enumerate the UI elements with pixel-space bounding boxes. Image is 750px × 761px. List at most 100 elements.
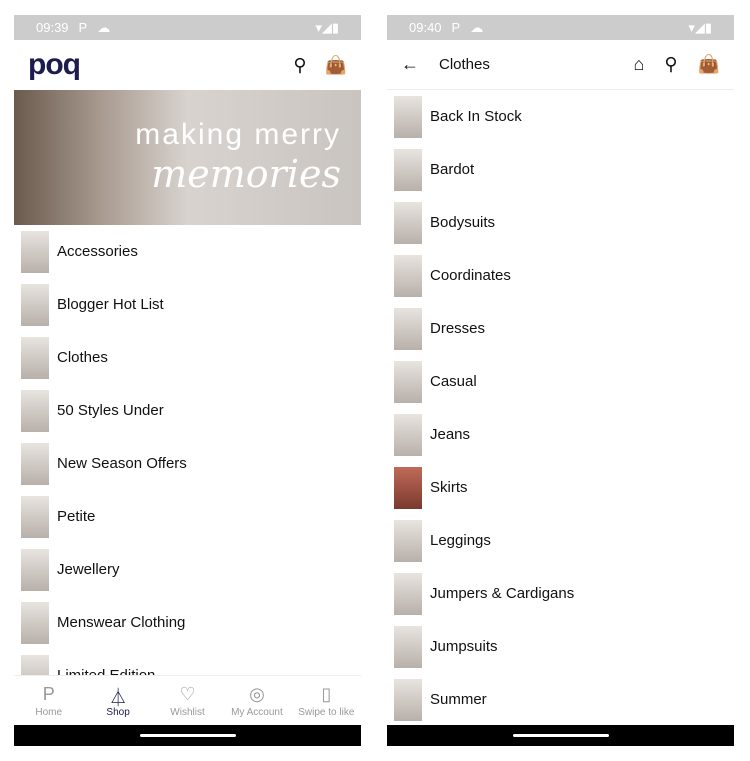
list-item[interactable]: Skirts bbox=[387, 461, 734, 514]
heart-icon: ♡ bbox=[179, 683, 196, 704]
wifi-signal-battery-icon: ▾◢▮ bbox=[688, 19, 712, 35]
thumbnail bbox=[394, 625, 422, 668]
thumbnail bbox=[21, 230, 49, 273]
thumbnail bbox=[21, 495, 49, 538]
home-gesture-handle[interactable] bbox=[512, 734, 609, 737]
nav-label: Shop bbox=[106, 706, 130, 718]
back-arrow-icon[interactable]: ← bbox=[401, 54, 419, 75]
p-notification-icon: P bbox=[451, 20, 461, 35]
item-label: Casual bbox=[430, 373, 477, 390]
nav-label: Swipe to like bbox=[298, 706, 355, 718]
search-icon[interactable]: ⚲ bbox=[293, 55, 306, 76]
list-item[interactable]: Accessories bbox=[14, 225, 361, 278]
nav-label: Home bbox=[35, 706, 63, 718]
system-nav-bar bbox=[387, 725, 734, 746]
list-item[interactable]: Jewellery bbox=[14, 543, 361, 596]
thumbnail bbox=[394, 572, 422, 615]
home-gesture-handle[interactable] bbox=[139, 734, 236, 737]
thumbnail bbox=[21, 601, 49, 644]
item-label: Bodysuits bbox=[430, 214, 496, 231]
list-item[interactable]: Summer bbox=[387, 673, 734, 726]
promo-banner[interactable]: making merry memories bbox=[14, 90, 361, 225]
store-icon[interactable]: ⌂ bbox=[634, 54, 645, 75]
item-label: Jewellery bbox=[57, 561, 120, 578]
bag-icon[interactable]: 👜 bbox=[698, 54, 720, 75]
list-item[interactable]: Clothes bbox=[14, 331, 361, 384]
list-item[interactable]: Jumpers & Cardigans bbox=[387, 567, 734, 620]
list-item[interactable]: Blogger Hot List bbox=[14, 278, 361, 331]
bottom-nav: P Home ⏃ Shop ♡ Wishlist ◎ My Account ▯ Swipe… bbox=[14, 675, 361, 725]
list-item[interactable]: Bardot bbox=[387, 143, 734, 196]
item-label: Jumpsuits bbox=[430, 638, 498, 655]
thumbnail bbox=[394, 466, 422, 509]
hanger-icon: ⏃ bbox=[109, 687, 128, 708]
thumbnail bbox=[21, 283, 49, 326]
item-label: Summer bbox=[430, 691, 487, 708]
system-nav-bar bbox=[14, 725, 361, 746]
status-bar: 09:39 P ☁ ▾◢▮ bbox=[14, 15, 361, 40]
user-circle-icon: ◎ bbox=[249, 683, 265, 704]
item-label: Menswear Clothing bbox=[57, 614, 186, 631]
item-label: Petite bbox=[57, 508, 96, 525]
p-notification-icon: P bbox=[78, 20, 88, 35]
status-time: 09:40 bbox=[409, 20, 442, 35]
list-item[interactable]: Jumpsuits bbox=[387, 620, 734, 673]
thumbnail bbox=[394, 254, 422, 297]
banner-subtitle: memories bbox=[151, 152, 341, 196]
thumbnail bbox=[394, 201, 422, 244]
poq-logo[interactable]: poq bbox=[28, 48, 81, 82]
item-label: Coordinates bbox=[430, 267, 511, 284]
thumbnail bbox=[21, 389, 49, 432]
category-list: Accessories Blogger Hot List Clothes 50 … bbox=[14, 225, 361, 702]
cards-icon: ▯ bbox=[321, 683, 332, 704]
subcategory-list: Back In Stock Bardot Bodysuits Coordinat… bbox=[387, 90, 734, 726]
thumbnail bbox=[394, 148, 422, 191]
item-label: Skirts bbox=[430, 479, 468, 496]
nav-wishlist[interactable]: ♡ Wishlist bbox=[153, 676, 222, 725]
list-item[interactable]: Coordinates bbox=[387, 249, 734, 302]
nav-account[interactable]: ◎ My Account bbox=[222, 676, 291, 725]
thumbnail bbox=[394, 95, 422, 138]
thumbnail bbox=[394, 360, 422, 403]
thumbnail bbox=[394, 413, 422, 456]
item-label: Jumpers & Cardigans bbox=[430, 585, 575, 602]
header: ← Clothes ⌂ ⚲ 👜 bbox=[387, 40, 734, 90]
nav-home[interactable]: P Home bbox=[14, 676, 83, 725]
thumbnail bbox=[394, 307, 422, 350]
bag-icon[interactable]: 👜 bbox=[325, 55, 347, 76]
thumbnail bbox=[21, 442, 49, 485]
page-title: Clothes bbox=[439, 56, 490, 73]
item-label: Accessories bbox=[57, 243, 138, 260]
nav-swipe[interactable]: ▯ Swipe to like bbox=[292, 676, 361, 725]
list-item[interactable]: Back In Stock bbox=[387, 90, 734, 143]
nav-label: Wishlist bbox=[170, 706, 205, 718]
item-label: Blogger Hot List bbox=[57, 296, 164, 313]
header: poq ⚲ 👜 bbox=[14, 40, 361, 90]
list-item[interactable]: Bodysuits bbox=[387, 196, 734, 249]
clothes-screen: 09:40 P ☁ ▾◢▮ ← Clothes ⌂ ⚲ 👜 Back In St… bbox=[387, 15, 734, 746]
item-label: Dresses bbox=[430, 320, 486, 337]
item-label: Bardot bbox=[430, 161, 475, 178]
list-item[interactable]: New Season Offers bbox=[14, 437, 361, 490]
cloud-icon: ☁ bbox=[470, 19, 484, 35]
cloud-icon: ☁ bbox=[97, 19, 111, 35]
banner-title: making merry bbox=[135, 118, 341, 151]
home-p-icon: P bbox=[42, 683, 55, 704]
item-label: Clothes bbox=[57, 349, 108, 366]
item-label: Jeans bbox=[430, 426, 471, 443]
search-icon[interactable]: ⚲ bbox=[664, 54, 677, 75]
nav-label: My Account bbox=[231, 706, 283, 718]
list-item[interactable]: Menswear Clothing bbox=[14, 596, 361, 649]
list-item[interactable]: 50 Styles Under bbox=[14, 384, 361, 437]
list-item[interactable]: Jeans bbox=[387, 408, 734, 461]
list-item[interactable]: Petite bbox=[14, 490, 361, 543]
item-label: New Season Offers bbox=[57, 455, 187, 472]
nav-shop[interactable]: ⏃ Shop bbox=[83, 676, 152, 725]
item-label: Back In Stock bbox=[430, 108, 522, 125]
item-label: Leggings bbox=[430, 532, 491, 549]
list-item[interactable]: Casual bbox=[387, 355, 734, 408]
list-item[interactable]: Dresses bbox=[387, 302, 734, 355]
list-item[interactable]: Leggings bbox=[387, 514, 734, 567]
status-time: 09:39 bbox=[36, 20, 69, 35]
thumbnail bbox=[21, 336, 49, 379]
